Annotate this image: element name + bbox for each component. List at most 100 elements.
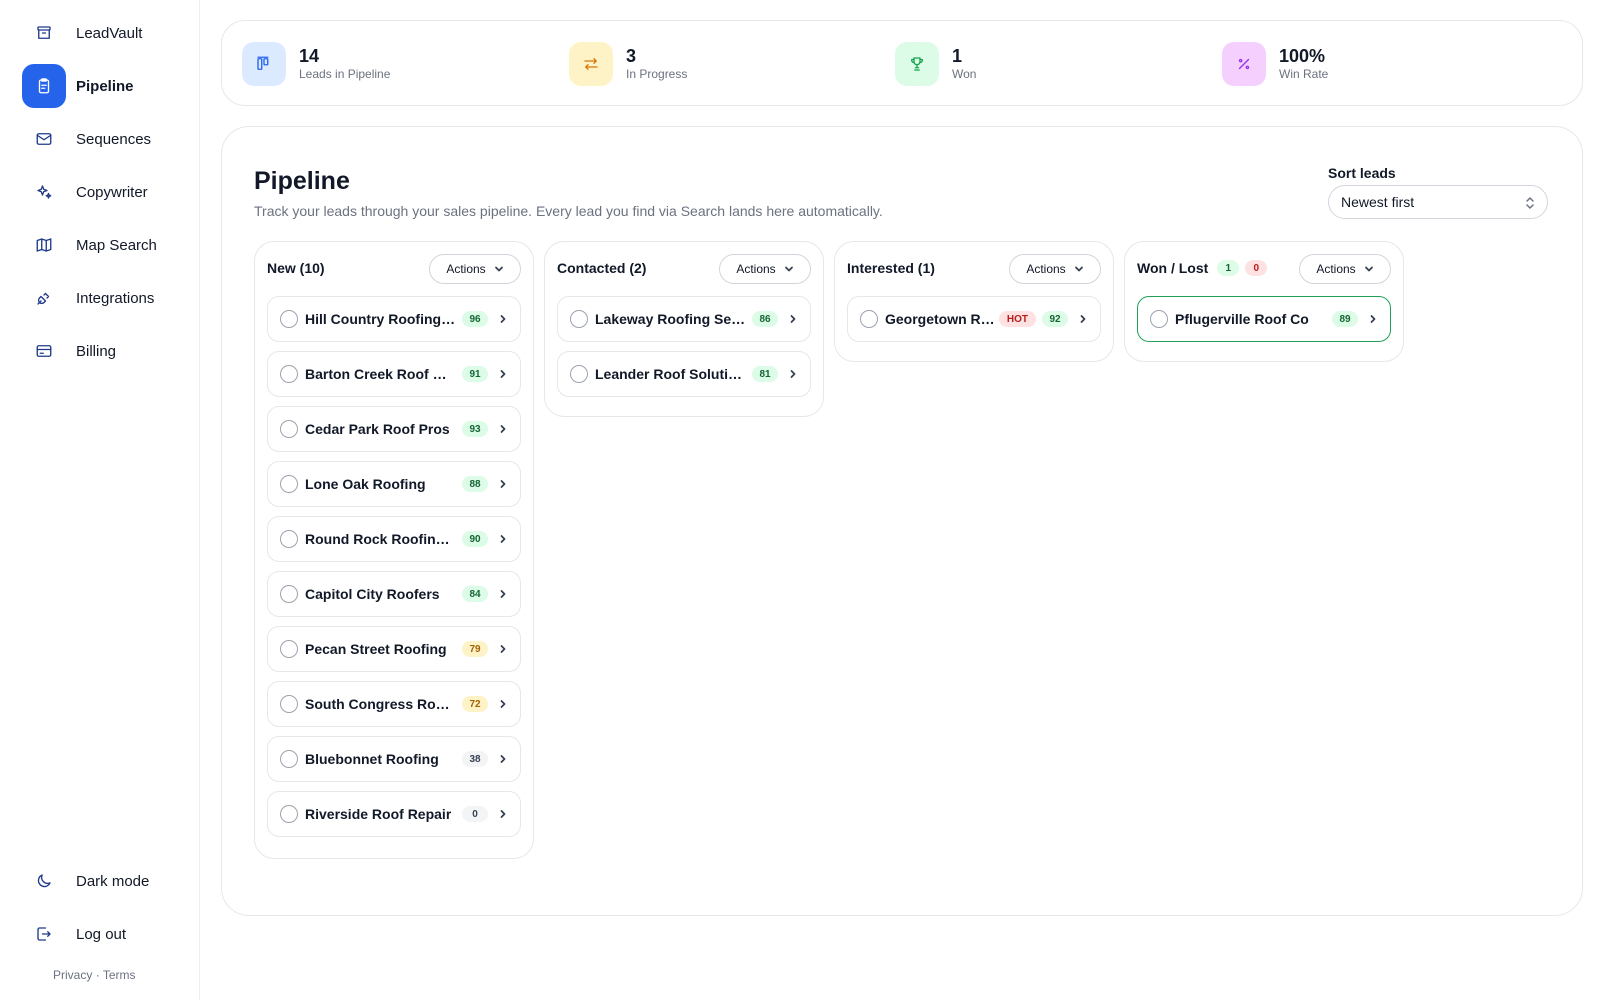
- stat-win-rate: 100% Win Rate: [1222, 41, 1328, 87]
- hot-badge: HOT: [998, 311, 1036, 327]
- lead-card[interactable]: Georgetown RoofingHOT 92: [847, 296, 1101, 342]
- column-actions-button[interactable]: Actions: [1009, 254, 1101, 284]
- lead-select-radio[interactable]: [280, 420, 298, 438]
- chevron-right-icon[interactable]: [498, 314, 508, 324]
- stat-value: 1: [952, 46, 963, 66]
- chevron-right-icon[interactable]: [498, 699, 508, 709]
- lead-card[interactable]: Pflugerville Roof Co 89: [1137, 296, 1391, 342]
- column-contacted: Contacted (2) Actions Lakeway Roofing Se…: [544, 241, 824, 417]
- arrows-swap-icon: [569, 42, 613, 86]
- sidebar-item-pipeline[interactable]: Pipeline: [22, 64, 192, 108]
- lead-select-radio[interactable]: [280, 475, 298, 493]
- lead-select-radio[interactable]: [280, 530, 298, 548]
- column-interested: Interested (1) Actions Georgetown Roofin…: [834, 241, 1114, 362]
- chevron-down-icon: [494, 266, 503, 272]
- lead-name: Hill Country Roofing Co: [305, 311, 456, 327]
- lead-card[interactable]: Barton Creek Roof Repair 91: [267, 351, 521, 397]
- sidebar-item-label: Sequences: [76, 130, 152, 148]
- chevron-right-icon[interactable]: [498, 754, 508, 764]
- chevron-right-icon[interactable]: [498, 809, 508, 819]
- sidebar-item-label: Billing: [76, 342, 117, 360]
- won-count-badge: 1: [1217, 260, 1240, 276]
- sidebar-item-integrations[interactable]: Integrations: [22, 276, 192, 320]
- chevron-right-icon[interactable]: [788, 369, 798, 379]
- lead-card[interactable]: South Congress Roofing 72: [267, 681, 521, 727]
- lead-select-radio[interactable]: [570, 310, 588, 328]
- lead-meta: 0: [456, 806, 520, 822]
- column-title: New (10): [267, 260, 325, 276]
- lead-score-badge: 90: [462, 531, 488, 547]
- sidebar-item-map-search[interactable]: Map Search: [22, 223, 192, 267]
- lead-meta: 86: [746, 311, 810, 327]
- terms-link[interactable]: Terms: [103, 968, 136, 982]
- chevron-right-icon[interactable]: [498, 589, 508, 599]
- lead-score-badge: 81: [752, 366, 778, 382]
- lead-card[interactable]: Capitol City Roofers 84: [267, 571, 521, 617]
- logout-icon: [22, 912, 66, 956]
- lead-card[interactable]: Bluebonnet Roofing 38: [267, 736, 521, 782]
- chevron-right-icon[interactable]: [498, 534, 508, 544]
- lead-meta: 79: [456, 641, 520, 657]
- sidebar-item-billing[interactable]: Billing: [22, 329, 192, 373]
- lead-score-badge: 89: [1332, 311, 1358, 327]
- sort-select[interactable]: Newest first: [1328, 185, 1548, 219]
- chevron-right-icon[interactable]: [1078, 314, 1088, 324]
- lead-select-radio[interactable]: [860, 310, 878, 328]
- dark-mode-toggle[interactable]: Dark mode: [22, 859, 192, 903]
- lead-card[interactable]: Pecan Street Roofing 79: [267, 626, 521, 672]
- plug-icon: [22, 276, 66, 320]
- moon-icon: [22, 859, 66, 903]
- lead-meta: 93: [456, 421, 520, 437]
- sidebar-item-leadvault[interactable]: LeadVault: [22, 11, 192, 55]
- lead-select-radio[interactable]: [280, 750, 298, 768]
- chevron-right-icon[interactable]: [498, 479, 508, 489]
- lead-select-radio[interactable]: [1150, 310, 1168, 328]
- lead-card[interactable]: Hill Country Roofing Co 96: [267, 296, 521, 342]
- sidebar-item-copywriter[interactable]: Copywriter: [22, 170, 192, 214]
- actions-label: Actions: [1026, 262, 1066, 276]
- chevron-right-icon[interactable]: [1368, 314, 1378, 324]
- chevron-right-icon[interactable]: [498, 424, 508, 434]
- column-actions-button[interactable]: Actions: [719, 254, 811, 284]
- column-actions-button[interactable]: Actions: [429, 254, 521, 284]
- lead-score-badge: 0: [462, 806, 488, 822]
- lead-select-radio[interactable]: [280, 805, 298, 823]
- chevron-down-icon: [1074, 266, 1083, 272]
- lead-select-radio[interactable]: [570, 365, 588, 383]
- lead-score-badge: 84: [462, 586, 488, 602]
- lead-card[interactable]: Riverside Roof Repair 0: [267, 791, 521, 837]
- percent-icon: [1222, 42, 1266, 86]
- lead-meta: 88: [456, 476, 520, 492]
- chevron-right-icon[interactable]: [788, 314, 798, 324]
- sidebar-item-label: Integrations: [76, 289, 155, 307]
- lead-select-radio[interactable]: [280, 640, 298, 658]
- lead-select-radio[interactable]: [280, 310, 298, 328]
- kanban-icon: [242, 42, 286, 86]
- column-actions-button[interactable]: Actions: [1299, 254, 1391, 284]
- chevron-down-icon: [784, 266, 793, 272]
- sidebar-item-label: LeadVault: [76, 24, 143, 42]
- logout-button[interactable]: Log out: [22, 912, 192, 956]
- sparkles-icon: [22, 170, 66, 214]
- chevron-right-icon[interactable]: [498, 369, 508, 379]
- lead-select-radio[interactable]: [280, 695, 298, 713]
- lead-meta: 90: [456, 531, 520, 547]
- lead-name: Lakeway Roofing Services: [595, 311, 746, 327]
- sidebar-item-sequences[interactable]: Sequences: [22, 117, 192, 161]
- page-subtitle: Track your leads through your sales pipe…: [254, 203, 883, 219]
- chevron-right-icon[interactable]: [498, 644, 508, 654]
- lead-card[interactable]: Round Rock Roofing LLC 90: [267, 516, 521, 562]
- lead-card[interactable]: Lone Oak Roofing 88: [267, 461, 521, 507]
- lead-name: Riverside Roof Repair: [305, 806, 452, 822]
- privacy-link[interactable]: Privacy: [53, 968, 92, 982]
- lead-select-radio[interactable]: [280, 585, 298, 603]
- lead-card[interactable]: Leander Roof Solutions 81: [557, 351, 811, 397]
- lead-name: Cedar Park Roof Pros: [305, 421, 450, 437]
- lead-meta: 91: [456, 366, 520, 382]
- lead-score-badge: 96: [462, 311, 488, 327]
- lead-name: Pecan Street Roofing: [305, 641, 447, 657]
- lead-card[interactable]: Cedar Park Roof Pros 93: [267, 406, 521, 452]
- sort-select-value: Newest first: [1341, 194, 1415, 210]
- lead-select-radio[interactable]: [280, 365, 298, 383]
- lead-card[interactable]: Lakeway Roofing Services 86: [557, 296, 811, 342]
